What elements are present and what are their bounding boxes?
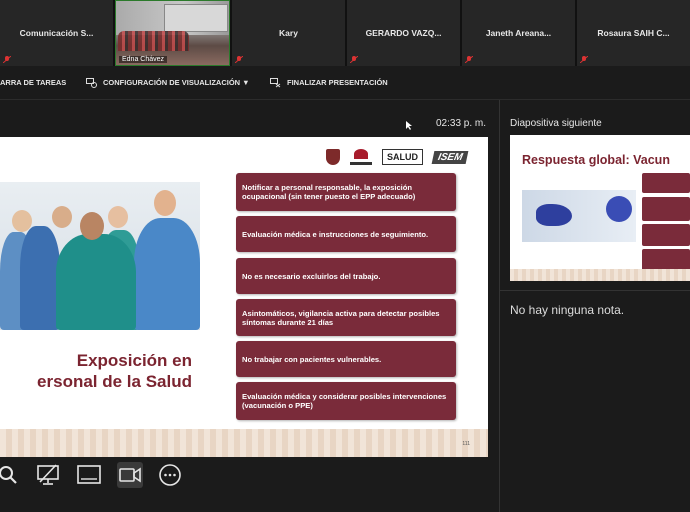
slide-title-line2: ersonal de la Salud: [37, 372, 192, 391]
participant-strip: Comunicación S... Edna Chávez Kary GERAR…: [0, 0, 690, 66]
screen-share-icon: [37, 464, 59, 485]
participant-name: Comunicación S...: [19, 28, 94, 38]
taskbar-label: ARRA DE TAREAS: [0, 78, 67, 87]
presenter-view-icon: [77, 465, 101, 484]
preview-box: [642, 249, 690, 271]
salud-logo: SALUD: [382, 149, 423, 165]
preview-box: [642, 197, 690, 221]
current-slide[interactable]: SALUD ISEM Exposición en ersonal de la S…: [0, 137, 488, 457]
mic-muted-icon: [235, 56, 243, 63]
preview-decorative-band: [510, 269, 690, 281]
preview-box: [642, 173, 690, 193]
participant-tile[interactable]: Comunicación S...: [0, 0, 113, 66]
more-options-icon: [159, 464, 181, 486]
slide-title: Exposición en ersonal de la Salud: [0, 350, 210, 392]
slide-logos: SALUD ISEM: [326, 147, 469, 167]
panel-divider-horizontal[interactable]: [500, 290, 690, 291]
more-options-button[interactable]: [157, 462, 183, 488]
screen-share-button[interactable]: [35, 462, 61, 488]
next-slide-label: Diapositiva siguiente: [510, 118, 602, 129]
mic-muted-icon: [3, 56, 11, 63]
mic-muted-icon: [465, 56, 473, 63]
mic-muted-icon: [580, 56, 588, 63]
participant-name: Edna Chávez: [119, 56, 168, 63]
recommendation-box: No es necesario excluirlos del trabajo.: [236, 258, 456, 294]
state-logo-icon: [350, 149, 372, 165]
slide-page-number: 111: [462, 441, 470, 447]
taskbar-button[interactable]: ARRA DE TAREAS: [0, 78, 66, 87]
end-presentation-icon: [270, 78, 281, 88]
recommendation-box: Notificar a personal responsable, la exp…: [236, 173, 456, 211]
display-settings-button[interactable]: CONFIGURACIÓN DE VISUALIZACIÓN ▼: [86, 77, 250, 88]
next-slide-preview[interactable]: Respuesta global: Vacun: [510, 135, 690, 281]
search-icon: [0, 466, 17, 484]
participant-tile[interactable]: Janeth Areana...: [462, 0, 575, 66]
participant-name: GERARDO VAZQ...: [365, 28, 442, 38]
display-settings-icon: [86, 78, 97, 88]
camera-button[interactable]: [117, 462, 143, 488]
participant-tile[interactable]: GERARDO VAZQ...: [347, 0, 460, 66]
vaccine-photo: [522, 190, 636, 242]
recommendation-box: Evaluación médica e instrucciones de seg…: [236, 216, 456, 252]
government-shield-icon: [326, 149, 340, 165]
participant-name: Kary: [279, 28, 298, 38]
end-presentation-button[interactable]: FINALIZAR PRESENTACIÓN: [270, 77, 388, 88]
video-audience: [118, 31, 189, 51]
end-presentation-label: FINALIZAR PRESENTACIÓN: [287, 78, 388, 87]
display-settings-label: CONFIGURACIÓN DE VISUALIZACIÓN ▼: [103, 78, 250, 87]
health-staff-photo: [0, 182, 200, 330]
slide-notes: No hay ninguna nota.: [510, 303, 625, 317]
recommendation-box: No trabajar con pacientes vulnerables.: [236, 341, 456, 377]
slide-title-line1: Exposición en: [76, 351, 192, 370]
presentation-clock: 02:33 p. m.: [436, 118, 487, 129]
camera-icon: [119, 467, 141, 483]
presenter-toolbar: ARRA DE TAREAS CONFIGURACIÓN DE VISUALIZ…: [0, 66, 690, 100]
slide-decorative-band: [0, 429, 488, 457]
panel-divider[interactable]: [499, 100, 500, 512]
preview-box: [642, 224, 690, 246]
participant-name: Rosaura SAIH C...: [597, 28, 670, 38]
presenter-view-button[interactable]: [76, 462, 102, 488]
participant-video-tile[interactable]: Edna Chávez: [115, 0, 230, 66]
recommendation-box: Asintomáticos, vigilancia activa para de…: [236, 299, 456, 336]
video-projector-screen: [164, 4, 228, 32]
recommendation-box: Evaluación médica y considerar posibles …: [236, 382, 456, 420]
presenter-window: Comunicación S... Edna Chávez Kary GERAR…: [0, 0, 690, 512]
participant-tile[interactable]: Kary: [232, 0, 345, 66]
next-slide-title: Respuesta global: Vacun: [522, 153, 670, 167]
search-button[interactable]: [0, 462, 22, 488]
participant-tile[interactable]: Rosaura SAIH C...: [577, 0, 690, 66]
isem-logo: ISEM: [431, 150, 469, 164]
mic-muted-icon: [350, 56, 358, 63]
mouse-cursor-icon: [406, 121, 412, 130]
participant-name: Janeth Areana...: [485, 28, 552, 38]
